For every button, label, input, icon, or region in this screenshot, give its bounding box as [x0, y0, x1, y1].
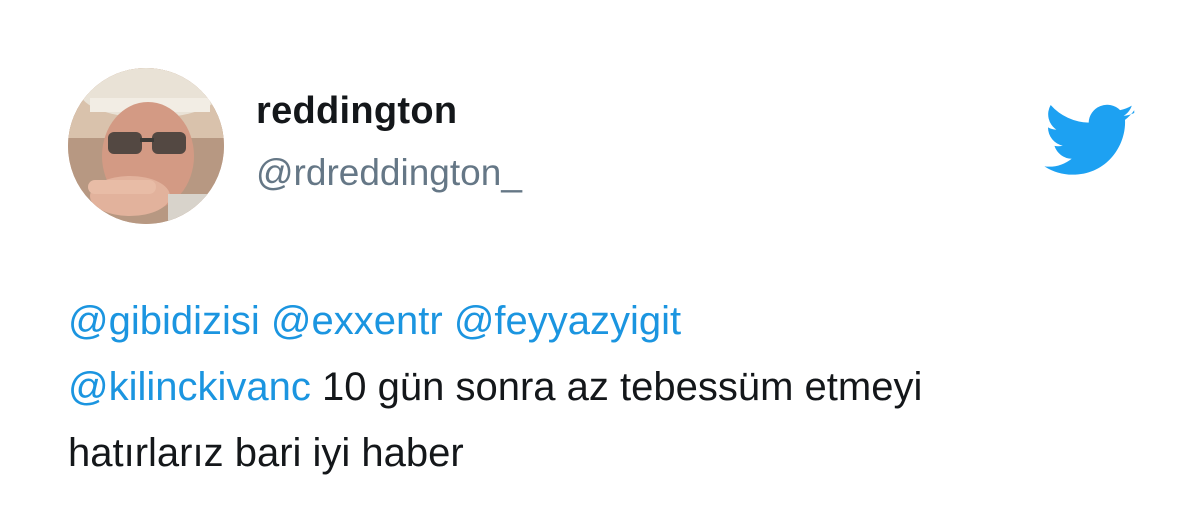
tweet-text: @gibidizisi @exxentr @feyyazyigit @kilin…: [68, 288, 1148, 486]
mention-link[interactable]: @feyyazyigit: [454, 299, 681, 343]
avatar[interactable]: [68, 68, 224, 224]
user-handle[interactable]: @rdreddington_: [256, 152, 522, 194]
tweet-body-text: hatırlarız bari iyi haber: [68, 431, 464, 475]
tweet-card: reddington @rdreddington_ @gibidizisi @e…: [0, 0, 1200, 512]
twitter-bird-icon[interactable]: [1044, 104, 1136, 180]
avatar-image: [68, 68, 224, 224]
display-name[interactable]: reddington: [256, 90, 457, 133]
mention-link[interactable]: @kilinckivanc: [68, 365, 311, 409]
mention-link[interactable]: @exxentr: [271, 299, 443, 343]
tweet-body-text: 10 gün sonra az tebessüm etmeyi: [322, 365, 923, 409]
mention-link[interactable]: @gibidizisi: [68, 299, 260, 343]
